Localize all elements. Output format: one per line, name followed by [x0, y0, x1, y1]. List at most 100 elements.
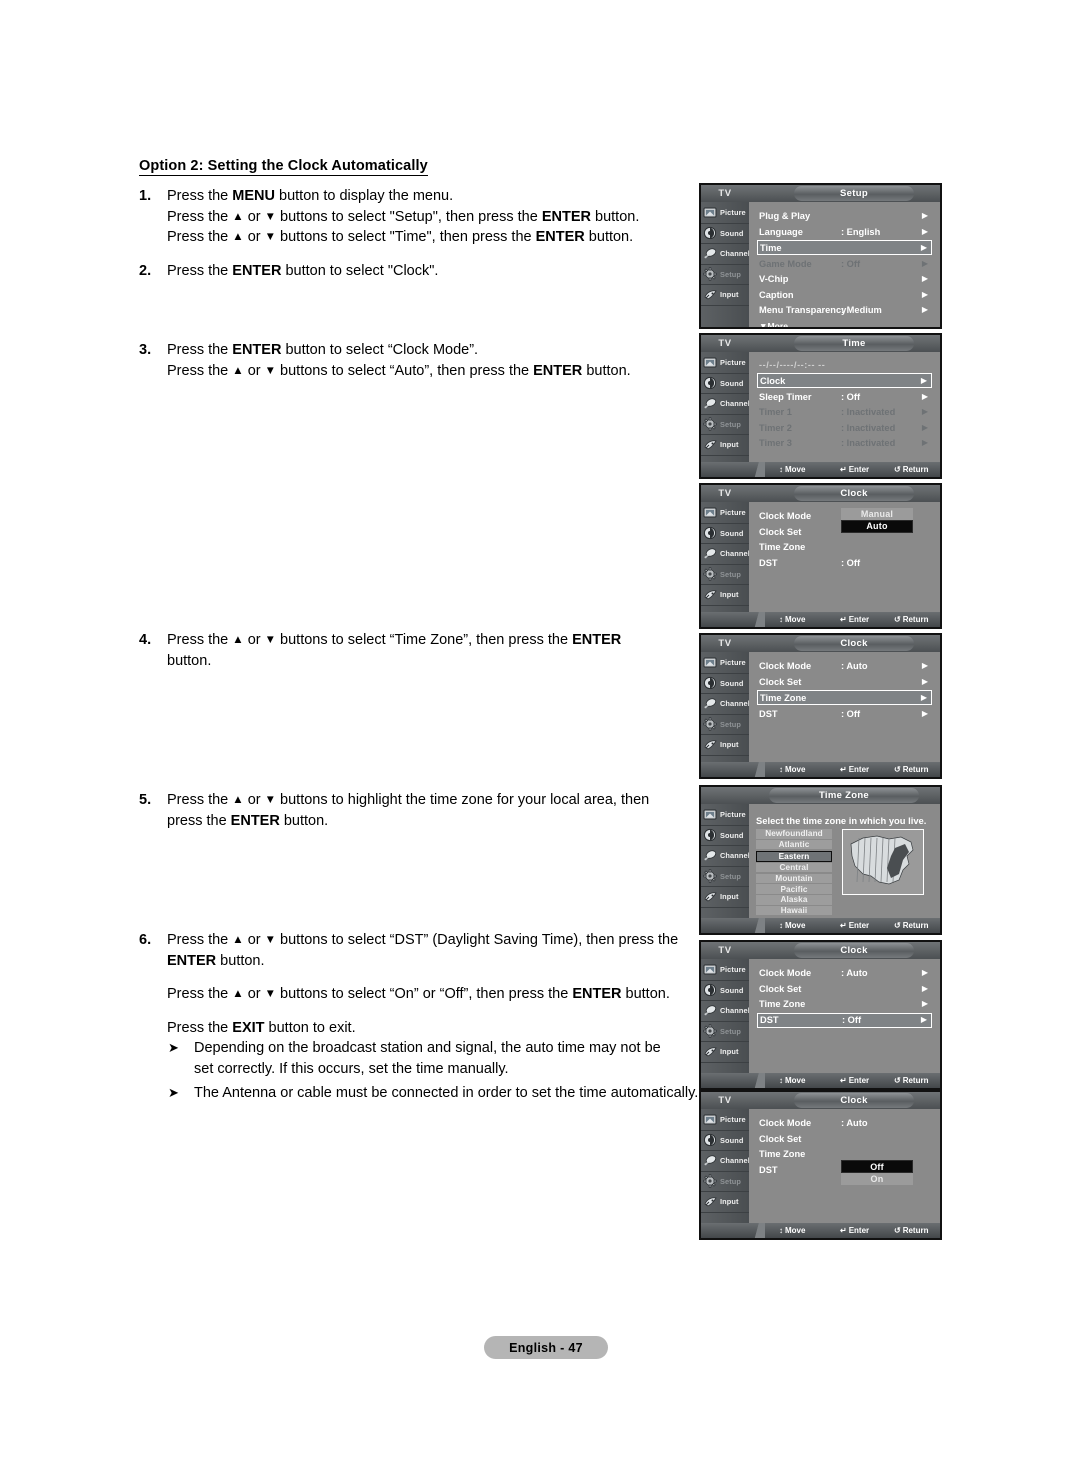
- chevron-right-icon: ▶: [921, 422, 928, 432]
- rail-item-sound[interactable]: Sound: [701, 981, 749, 1001]
- rail-item-picture[interactable]: Picture: [701, 960, 749, 981]
- menu-row-caption[interactable]: Caption ▶: [757, 288, 932, 302]
- menu-row-sleep-timer[interactable]: Sleep Timer: Off ▶: [757, 390, 932, 404]
- rail-item-channel[interactable]: Channel: [701, 1001, 750, 1022]
- rail-item-label: Picture: [720, 208, 746, 218]
- menu-row-clock-set[interactable]: Clock Set ▶: [757, 982, 932, 996]
- rail-item-label: Setup: [720, 1176, 742, 1186]
- rail-item-setup[interactable]: Setup: [701, 1022, 749, 1042]
- rail-item-input[interactable]: Input: [701, 1192, 749, 1213]
- menu-row-clock[interactable]: Clock ▶: [757, 373, 932, 388]
- menu-row-clock-mode[interactable]: Clock Mode: Auto ▶: [757, 659, 932, 673]
- rail-item-label: Input: [720, 290, 739, 300]
- timezone-option-atlantic[interactable]: Atlantic: [756, 839, 832, 850]
- rail-item-sound[interactable]: Sound: [701, 224, 749, 244]
- rail-item-label: Setup: [720, 871, 742, 881]
- dropdown-option-manual[interactable]: Manual: [841, 508, 913, 520]
- timezone-option-newfoundland[interactable]: Newfoundland: [756, 829, 832, 839]
- menu-row-timer-2[interactable]: Timer 2: Inactivated ▶: [757, 421, 932, 435]
- menu-row-label: Timer 1: [759, 407, 792, 417]
- menu-row-value: : Inactivated: [841, 407, 896, 417]
- rail-item-picture[interactable]: Picture: [701, 805, 749, 826]
- rail-item-setup[interactable]: Setup: [701, 415, 749, 435]
- menu-row-dst[interactable]: DST: Off ▶: [757, 707, 932, 721]
- rail-item-sound[interactable]: Sound: [701, 674, 749, 694]
- menu-row-time-zone[interactable]: Time Zone ▶: [757, 997, 932, 1011]
- osd-body: Picture Sound Channel Setup Input Clock Mode:…: [701, 652, 940, 762]
- dropdown-option-auto[interactable]: Auto: [841, 519, 913, 533]
- input-plug-icon: [703, 1195, 718, 1209]
- clock-mode-dropdown[interactable]: Manual Auto: [841, 508, 913, 533]
- rail-item-channel[interactable]: Channel: [701, 846, 750, 867]
- rail-item-setup[interactable]: Setup: [701, 265, 749, 285]
- rail-item-input[interactable]: Input: [701, 1042, 749, 1063]
- menu-row-time[interactable]: Time ▶: [757, 240, 932, 255]
- menu-row-v-chip[interactable]: V-Chip ▶: [757, 272, 932, 286]
- rail-item-sound[interactable]: Sound: [701, 374, 749, 394]
- rail-item-setup[interactable]: Setup: [701, 715, 749, 735]
- rail-item-channel[interactable]: Channel: [701, 244, 750, 265]
- menu-row-clock-set[interactable]: Clock Set ▶: [757, 675, 932, 689]
- hint-enter: ↵ Enter: [840, 1076, 869, 1085]
- rail-item-picture[interactable]: Picture: [701, 1110, 749, 1131]
- rail-item-channel[interactable]: Channel: [701, 694, 750, 715]
- menu-row-game-mode[interactable]: Game Mode: Off ▶: [757, 257, 932, 271]
- rail-item-channel[interactable]: Channel: [701, 1151, 750, 1172]
- menu-row-value: : Off: [841, 708, 861, 719]
- menu-row-plug-play[interactable]: Plug & Play ▶: [757, 209, 932, 223]
- hint-move-icon: ↕: [779, 920, 783, 930]
- menu-row-dst[interactable]: DST: Off ▶: [757, 1012, 932, 1028]
- rail-item-picture[interactable]: Picture: [701, 653, 749, 674]
- rail-item-label: Channel: [720, 699, 750, 709]
- dropdown-option-on[interactable]: On: [841, 1173, 913, 1185]
- rail-item-setup[interactable]: Setup: [701, 1172, 749, 1192]
- rail-item-channel[interactable]: Channel: [701, 544, 750, 565]
- dropdown-option-off[interactable]: Off: [841, 1160, 913, 1173]
- rail-item-sound[interactable]: Sound: [701, 826, 749, 846]
- timezone-option-alaska[interactable]: Alaska: [756, 895, 832, 905]
- timezone-list[interactable]: Newfoundland Atlantic Eastern Central Mounta…: [756, 829, 832, 917]
- menu-row-time-zone[interactable]: Time Zone ▶: [757, 690, 932, 705]
- rail-item-picture[interactable]: Picture: [701, 203, 749, 224]
- chevron-right-icon: ▶: [921, 676, 928, 686]
- rail-item-setup[interactable]: Setup: [701, 867, 749, 887]
- menu-row-dst[interactable]: DST: Off: [757, 556, 932, 570]
- timezone-option-central[interactable]: Central: [756, 862, 832, 873]
- rail-item-input[interactable]: Input: [701, 735, 749, 756]
- channel-icon: [703, 697, 718, 711]
- menu-row-clock-mode[interactable]: Clock Mode: Auto ▶: [757, 966, 932, 980]
- rail-item-picture[interactable]: Picture: [701, 503, 749, 524]
- rail-item-input[interactable]: Input: [701, 887, 749, 908]
- menu-row-clock-set[interactable]: Clock Set: [757, 1132, 932, 1146]
- menu-row-time-zone[interactable]: Time Zone: [757, 540, 932, 554]
- menu-row-timer-3[interactable]: Timer 3: Inactivated ▶: [757, 436, 932, 450]
- osd-icon-rail: Picture Sound Channel Setup Input: [701, 959, 750, 1073]
- rail-item-input[interactable]: Input: [701, 285, 749, 306]
- rail-item-sound[interactable]: Sound: [701, 1131, 749, 1151]
- rail-item-input[interactable]: Input: [701, 585, 749, 606]
- menu-row-label: Sleep Timer: [759, 391, 812, 402]
- rail-item-input[interactable]: Input: [701, 435, 749, 456]
- menu-row-time-zone[interactable]: Time Zone: [757, 1147, 932, 1161]
- timezone-option-mountain[interactable]: Mountain: [756, 873, 832, 884]
- rail-item-channel[interactable]: Channel: [701, 394, 750, 415]
- menu-row-more[interactable]: ▼More: [757, 319, 932, 328]
- timezone-option-eastern[interactable]: Eastern: [756, 850, 832, 862]
- menu-row-language[interactable]: Language: English ▶: [757, 225, 932, 239]
- rail-item-label: Channel: [720, 1006, 750, 1016]
- timezone-option-hawaii[interactable]: Hawaii: [756, 905, 832, 916]
- rail-item-sound[interactable]: Sound: [701, 524, 749, 544]
- sound-icon: [703, 526, 718, 540]
- menu-row-timer-1[interactable]: Timer 1: Inactivated ▶: [757, 405, 932, 419]
- step-4-line-1: Press the ▲ or ▼ buttons to select “Time…: [167, 632, 622, 669]
- note-1-text: Depending on the broadcast station and s…: [194, 1040, 661, 1077]
- rail-item-setup[interactable]: Setup: [701, 565, 749, 585]
- channel-icon: [703, 849, 718, 863]
- hint-return: ↺ Return: [894, 1076, 928, 1085]
- rail-item-picture[interactable]: Picture: [701, 353, 749, 374]
- dst-dropdown[interactable]: Off On: [841, 1160, 913, 1185]
- osd-panel-clock-menu-dst-selected: TV Clock Picture Sound Channel Setup Input Cloc…: [699, 940, 942, 1090]
- menu-row-clock-mode[interactable]: Clock Mode: Auto: [757, 1116, 932, 1130]
- timezone-option-pacific[interactable]: Pacific: [756, 884, 832, 894]
- menu-row-menu-transparency[interactable]: Menu Transparency: Medium ▶: [757, 303, 932, 317]
